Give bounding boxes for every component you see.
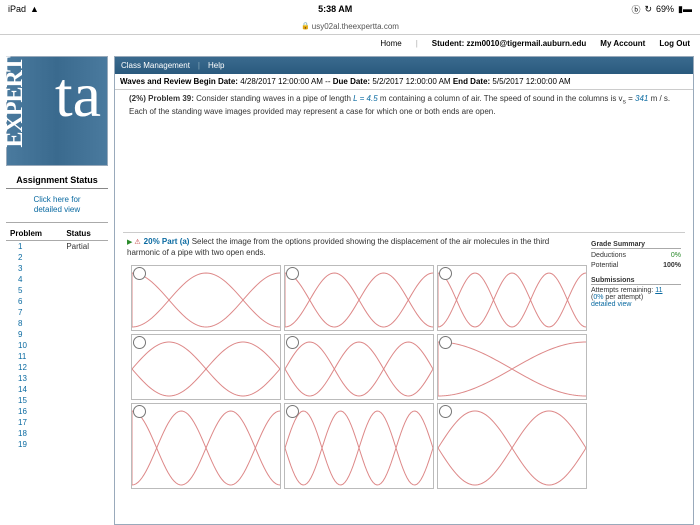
option-radio[interactable] — [133, 267, 146, 280]
option-5[interactable] — [284, 334, 434, 400]
attempts-link[interactable]: 11 — [655, 287, 662, 294]
table-row[interactable]: 6 — [6, 296, 108, 307]
brand-text-expert: EXPERT — [5, 57, 27, 148]
part-question: ▶⚠20% Part (a) Select the image from the… — [123, 237, 587, 265]
detailed-view-link-2[interactable]: detailed view — [591, 301, 681, 308]
problem-table: ProblemStatus 1Partial234567891011121314… — [6, 227, 108, 450]
sidebar: Assignment Status Click here for detaile… — [6, 172, 108, 450]
option-1[interactable] — [131, 265, 281, 331]
option-8[interactable] — [284, 403, 434, 489]
table-row[interactable]: 9 — [6, 329, 108, 340]
nav-account[interactable]: My Account — [600, 39, 645, 48]
nav-home[interactable]: Home — [380, 39, 401, 48]
table-row[interactable]: 8 — [6, 318, 108, 329]
help-link[interactable]: Help — [208, 61, 224, 70]
wifi-icon: ▲ — [30, 4, 39, 14]
option-radio[interactable] — [133, 405, 146, 418]
table-row[interactable]: 11 — [6, 351, 108, 362]
table-row[interactable]: 19 — [6, 439, 108, 450]
table-row[interactable]: 17 — [6, 417, 108, 428]
table-row[interactable]: 12 — [6, 362, 108, 373]
col-status: Status — [62, 227, 108, 241]
bluetooth-icon: ⓑ — [631, 3, 640, 16]
detailed-view-link[interactable]: Click here for detailed view — [6, 189, 108, 223]
nav-sep: | — [416, 39, 418, 48]
nav-logout[interactable]: Log Out — [659, 39, 690, 48]
option-radio[interactable] — [286, 336, 299, 349]
device-label: iPad — [8, 4, 26, 14]
url-bar[interactable]: 🔒usy02al.theexpertta.com — [0, 18, 700, 34]
table-row[interactable]: 15 — [6, 395, 108, 406]
battery-pct: 69% — [656, 4, 674, 14]
table-row[interactable]: 10 — [6, 340, 108, 351]
blue-band: Class Management | Help — [115, 57, 693, 74]
option-9[interactable] — [437, 403, 587, 489]
warn-icon: ⚠ — [134, 238, 140, 247]
brand-logo: EXPERT ta — [6, 56, 108, 166]
table-row[interactable]: 14 — [6, 384, 108, 395]
clock: 5:38 AM — [318, 4, 352, 14]
col-problem: Problem — [6, 227, 62, 241]
brand-text-ta: ta — [55, 71, 101, 119]
table-row[interactable]: 1Partial — [6, 240, 108, 252]
option-radio[interactable] — [286, 405, 299, 418]
option-3[interactable] — [437, 265, 587, 331]
dates-line: Waves and Review Begin Date: 4/28/2017 1… — [115, 74, 693, 90]
option-radio[interactable] — [439, 405, 452, 418]
nav-student: Student: zzm0010@tigermail.auburn.edu — [432, 39, 587, 48]
lock-icon: 🔒 — [301, 22, 310, 30]
url-text: usy02al.theexpertta.com — [312, 22, 399, 31]
option-7[interactable] — [131, 403, 281, 489]
option-2[interactable] — [284, 265, 434, 331]
assignment-status-head: Assignment Status — [6, 172, 108, 189]
play-icon: ▶ — [127, 238, 132, 247]
orientation-icon: ↻ — [644, 4, 652, 15]
problem-text: (2%) Problem 39: Consider standing waves… — [115, 90, 693, 121]
grade-summary: Grade Summary Deductions0% Potential100%… — [587, 237, 685, 524]
options-grid — [123, 265, 587, 489]
table-row[interactable]: 7 — [6, 307, 108, 318]
option-4[interactable] — [131, 334, 281, 400]
table-row[interactable]: 5 — [6, 285, 108, 296]
option-6[interactable] — [437, 334, 587, 400]
table-row[interactable]: 2 — [6, 252, 108, 263]
option-radio[interactable] — [286, 267, 299, 280]
option-radio[interactable] — [133, 336, 146, 349]
option-radio[interactable] — [439, 336, 452, 349]
part-a: ▶⚠20% Part (a) Select the image from the… — [123, 232, 685, 524]
ios-status-bar: iPad ▲ 5:38 AM ⓑ ↻ 69% ▮▬ — [0, 0, 700, 18]
main-panel: Class Management | Help Waves and Review… — [114, 56, 694, 525]
table-row[interactable]: 13 — [6, 373, 108, 384]
top-nav: Home | Student: zzm0010@tigermail.auburn… — [0, 34, 700, 52]
table-row[interactable]: 18 — [6, 428, 108, 439]
table-row[interactable]: 4 — [6, 274, 108, 285]
option-radio[interactable] — [439, 267, 452, 280]
class-management-link[interactable]: Class Management — [121, 61, 190, 70]
table-row[interactable]: 16 — [6, 406, 108, 417]
table-row[interactable]: 3 — [6, 263, 108, 274]
battery-icon: ▮▬ — [678, 4, 692, 15]
